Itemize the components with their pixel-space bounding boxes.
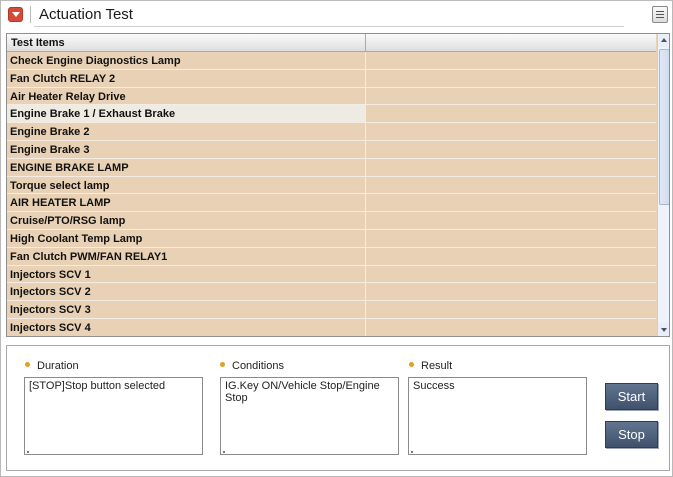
actuation-test-window: Actuation Test Test Items Check Engine D…	[0, 0, 673, 477]
table-row[interactable]: Engine Brake 3	[7, 140, 656, 159]
table-row[interactable]: Fan Clutch PWM/FAN RELAY1	[7, 247, 656, 266]
table-row[interactable]: Injectors SCV 4	[7, 318, 656, 336]
table-row[interactable]: Air Heater Relay Drive	[7, 87, 656, 106]
result-value: Success	[413, 380, 455, 392]
column-header-value[interactable]	[366, 34, 656, 51]
table-body: Check Engine Diagnostics Lamp Fan Clutch…	[7, 52, 656, 336]
vertical-scrollbar[interactable]	[657, 34, 669, 336]
resize-grip	[223, 451, 225, 453]
test-item-name: Air Heater Relay Drive	[7, 87, 366, 105]
test-item-name: Cruise/PTO/RSG lamp	[7, 212, 366, 229]
table-row[interactable]: Injectors SCV 3	[7, 301, 656, 319]
test-item-name: Engine Brake 1 / Exhaust Brake	[7, 105, 366, 123]
test-item-name: Engine Brake 2	[7, 123, 366, 140]
table-row[interactable]: Injectors SCV 2	[7, 283, 656, 302]
column-header-test-items[interactable]: Test Items	[7, 34, 366, 51]
table-row[interactable]: Engine Brake 2	[7, 123, 656, 141]
duration-field[interactable]: [STOP]Stop button selected	[24, 377, 203, 455]
test-item-name: Torque select lamp	[7, 176, 366, 194]
test-item-name: ENGINE BRAKE LAMP	[7, 158, 366, 176]
test-item-name: Check Engine Diagnostics Lamp	[7, 52, 366, 69]
test-item-value	[366, 159, 656, 176]
window-title: Actuation Test	[39, 6, 133, 23]
title-underline	[34, 26, 624, 27]
test-item-name: Fan Clutch RELAY 2	[7, 69, 366, 87]
test-item-value	[366, 88, 656, 105]
table-row[interactable]: High Coolant Temp Lamp	[7, 229, 656, 248]
test-item-value	[366, 212, 656, 229]
bullet-icon	[220, 362, 225, 367]
test-item-name: AIR HEATER LAMP	[7, 194, 366, 212]
table-header: Test Items	[7, 34, 656, 52]
table-row[interactable]: Cruise/PTO/RSG lamp	[7, 212, 656, 230]
title-separator	[30, 6, 31, 23]
stop-button[interactable]: Stop	[605, 421, 658, 448]
table-row[interactable]: Injectors SCV 1	[7, 265, 656, 284]
test-status-panel: Duration Conditions Result [STOP]Stop bu…	[6, 345, 670, 471]
test-item-value	[366, 194, 656, 211]
test-item-value	[366, 230, 656, 247]
scroll-up-arrow-icon[interactable]	[658, 34, 669, 47]
test-item-name: Injectors SCV 2	[7, 283, 366, 301]
duration-label-text: Duration	[37, 360, 79, 372]
test-item-name: Injectors SCV 1	[7, 265, 366, 283]
test-item-name: Injectors SCV 3	[7, 301, 366, 318]
table-row[interactable]: Check Engine Diagnostics Lamp	[7, 52, 656, 70]
test-item-value	[366, 319, 656, 336]
resize-grip	[27, 451, 29, 453]
bullet-icon	[25, 362, 30, 367]
table-row[interactable]: Fan Clutch RELAY 2	[7, 69, 656, 88]
title-bar: Actuation Test	[1, 1, 672, 29]
table-row-selected[interactable]: Engine Brake 1 / Exhaust Brake	[7, 105, 656, 124]
test-item-value	[366, 283, 656, 300]
test-item-name: Injectors SCV 4	[7, 318, 366, 336]
conditions-field[interactable]: IG.Key ON/Vehicle Stop/Engine Stop	[220, 377, 399, 455]
scroll-down-arrow-icon[interactable]	[658, 323, 669, 336]
table-row[interactable]: Torque select lamp	[7, 176, 656, 195]
duration-value: [STOP]Stop button selected	[29, 380, 166, 392]
test-items-table: Test Items Check Engine Diagnostics Lamp…	[6, 33, 670, 337]
resize-grip	[411, 451, 413, 453]
test-item-value	[366, 105, 656, 123]
test-item-value	[366, 266, 656, 283]
menu-icon[interactable]	[652, 6, 668, 23]
bullet-icon	[409, 362, 414, 367]
result-label-text: Result	[421, 360, 453, 372]
table-row[interactable]: ENGINE BRAKE LAMP	[7, 158, 656, 177]
scrollbar-thumb[interactable]	[659, 49, 669, 205]
table-row[interactable]: AIR HEATER LAMP	[7, 194, 656, 213]
conditions-label-text: Conditions	[232, 360, 284, 372]
conditions-value: IG.Key ON/Vehicle Stop/Engine Stop	[225, 380, 380, 404]
test-item-value	[366, 52, 656, 69]
result-field[interactable]: Success	[408, 377, 587, 455]
test-item-name: Fan Clutch PWM/FAN RELAY1	[7, 247, 366, 265]
test-item-value	[366, 301, 656, 318]
duration-label: Duration	[25, 360, 79, 372]
test-item-value	[366, 123, 656, 140]
test-item-value	[366, 70, 656, 87]
test-item-name: High Coolant Temp Lamp	[7, 229, 366, 247]
test-item-value	[366, 248, 656, 265]
dropdown-arrow-icon[interactable]	[8, 7, 23, 22]
test-item-value	[366, 177, 656, 194]
test-item-value	[366, 141, 656, 158]
test-item-name: Engine Brake 3	[7, 140, 366, 158]
start-button[interactable]: Start	[605, 383, 658, 410]
result-label: Result	[409, 360, 452, 372]
conditions-label: Conditions	[220, 360, 284, 372]
